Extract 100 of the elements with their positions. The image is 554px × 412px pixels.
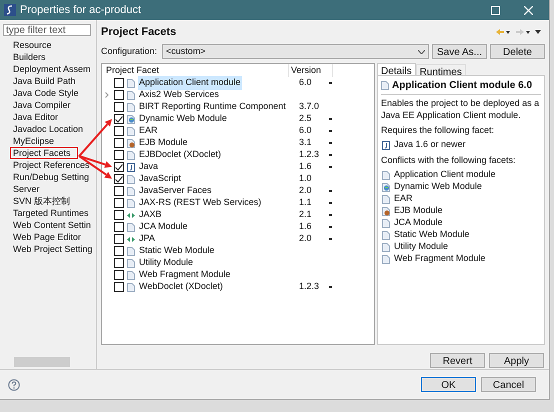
sidebar-item[interactable]: Web Content Settin [13,219,96,231]
facet-name[interactable]: EJBDoclet (XDoclet) [138,148,222,162]
sidebar-item[interactable]: Run/Debug Setting [13,171,96,183]
checkbox[interactable] [114,246,124,256]
facet-name[interactable]: Web Fragment Module [138,268,232,282]
document-icon [127,222,135,232]
checkbox[interactable] [114,78,124,88]
forward-arrow-icon[interactable] [515,28,531,36]
app-logo-icon [4,4,16,16]
checkbox[interactable] [114,114,124,124]
sidebar-item[interactable]: Resource [13,39,96,51]
checkbox[interactable] [114,90,124,100]
document-icon [127,126,135,136]
button[interactable]: Cancel [481,377,536,392]
facet-name[interactable]: EAR [138,124,159,138]
expand-chevron-icon[interactable] [105,92,109,98]
sidebar-item[interactable]: Web Project Setting [13,243,96,255]
conflicting-facet: Web Fragment Module [394,252,486,266]
column-header[interactable]: Version [289,64,333,78]
facet-name[interactable]: JPA [138,232,156,246]
facet-name[interactable]: JavaScript [138,172,182,186]
sidebar-item[interactable]: Java Build Path [13,75,96,87]
checkbox[interactable] [114,150,124,160]
conflicting-facet: Static Web Module [394,228,470,242]
sidebar-item[interactable]: SVN 版本控制 [13,195,96,207]
page-title: Project Facets [101,24,178,40]
checkbox[interactable] [114,198,124,208]
bean-document-icon [382,206,390,216]
sidebar-item[interactable]: Java Code Style [13,87,96,99]
help-icon[interactable] [8,378,20,390]
facet-name[interactable]: Utility Module [138,256,194,270]
facet-name[interactable]: JAXB [138,208,163,222]
sidebar-item[interactable]: Project Facets [10,147,78,159]
version-value: 3.7.0 [299,100,320,114]
configuration-dropdown[interactable]: <custom> [162,44,429,59]
double-arrow-icon [127,234,135,244]
globe-document-icon [382,182,390,192]
sidebar-item[interactable]: Targeted Runtimes [13,207,96,219]
checkbox[interactable] [114,102,124,112]
conflicting-facet: EJB Module [394,204,443,218]
facet-name[interactable]: WebDoclet (XDoclet) [138,280,224,294]
facet-name[interactable]: Axis2 Web Services [138,88,220,102]
button[interactable]: Revert [430,353,485,368]
facet-name[interactable]: EJB Module [138,136,189,150]
close-icon[interactable] [524,6,533,14]
facet-name[interactable]: Application Client module [138,76,242,90]
java-file-icon [382,140,390,150]
version-value: 3.1 [299,136,313,150]
version-value: 1.2.3 [299,148,320,162]
button[interactable]: Save As... [432,44,487,59]
sidebar-item[interactable]: Javadoc Location [13,123,96,135]
sidebar-item[interactable]: MyEclipse [13,135,96,147]
tab[interactable]: Runtimes [416,64,466,75]
maximize-icon[interactable] [491,6,500,14]
window-title: Properties for ac-product [20,2,142,18]
facet-name[interactable]: Dynamic Web Module [138,112,228,126]
sidebar-item[interactable]: Builders [13,51,96,63]
conflicting-facet: Dynamic Web Module [394,180,482,194]
view-menu-icon[interactable] [535,30,541,34]
button[interactable]: OK [421,377,476,392]
version-value: 1.1 [299,196,313,210]
checkbox[interactable] [114,258,124,268]
facet-name[interactable]: JAX-RS (REST Web Services) [138,196,262,210]
document-icon [381,81,389,90]
button[interactable]: Apply [489,353,544,368]
facet-name[interactable]: Static Web Module [138,244,216,258]
back-arrow-icon[interactable] [495,28,511,36]
checkbox[interactable] [114,174,124,184]
facet-name[interactable]: JavaServer Faces [138,184,213,198]
version-value: 2.1 [299,208,313,222]
sidebar-item[interactable]: Java Compiler [13,99,96,111]
facet-name[interactable]: BIRT Reporting Runtime Component [138,100,287,114]
version-value: 1.2.3 [299,280,320,294]
facet-description: Enables the project to be deployed as a Java EE Application Client module. [381,97,540,121]
checkbox[interactable] [114,162,124,172]
checkbox[interactable] [114,138,124,148]
checkbox[interactable] [114,210,124,220]
sidebar-item[interactable]: Java Editor [13,111,96,123]
tab[interactable]: Details [377,63,416,75]
document-icon [127,150,135,160]
sidebar-item[interactable]: Server [13,183,96,195]
globe-document-icon [127,114,135,124]
double-arrow-icon [127,210,135,220]
checkbox[interactable] [114,234,124,244]
checkbox[interactable] [114,222,124,232]
checkbox[interactable] [114,270,124,280]
facet-name[interactable]: Java [138,160,160,174]
sidebar-item[interactable]: Web Page Editor [13,231,96,243]
facet-name[interactable]: JCA Module [138,220,189,234]
checkbox[interactable] [114,186,124,196]
sidebar-item[interactable]: Project References [13,159,96,171]
filter-field[interactable]: type filter text [3,24,91,36]
version-value: 6.0 [299,76,313,90]
checkbox[interactable] [114,126,124,136]
configuration-label: Configuration: [101,44,158,58]
version-value: 2.0 [299,232,313,246]
checkbox[interactable] [114,282,124,292]
button[interactable]: Delete [490,44,545,59]
sidebar-item[interactable]: Deployment Assem [13,63,96,75]
version-value: 1.6 [299,220,313,234]
